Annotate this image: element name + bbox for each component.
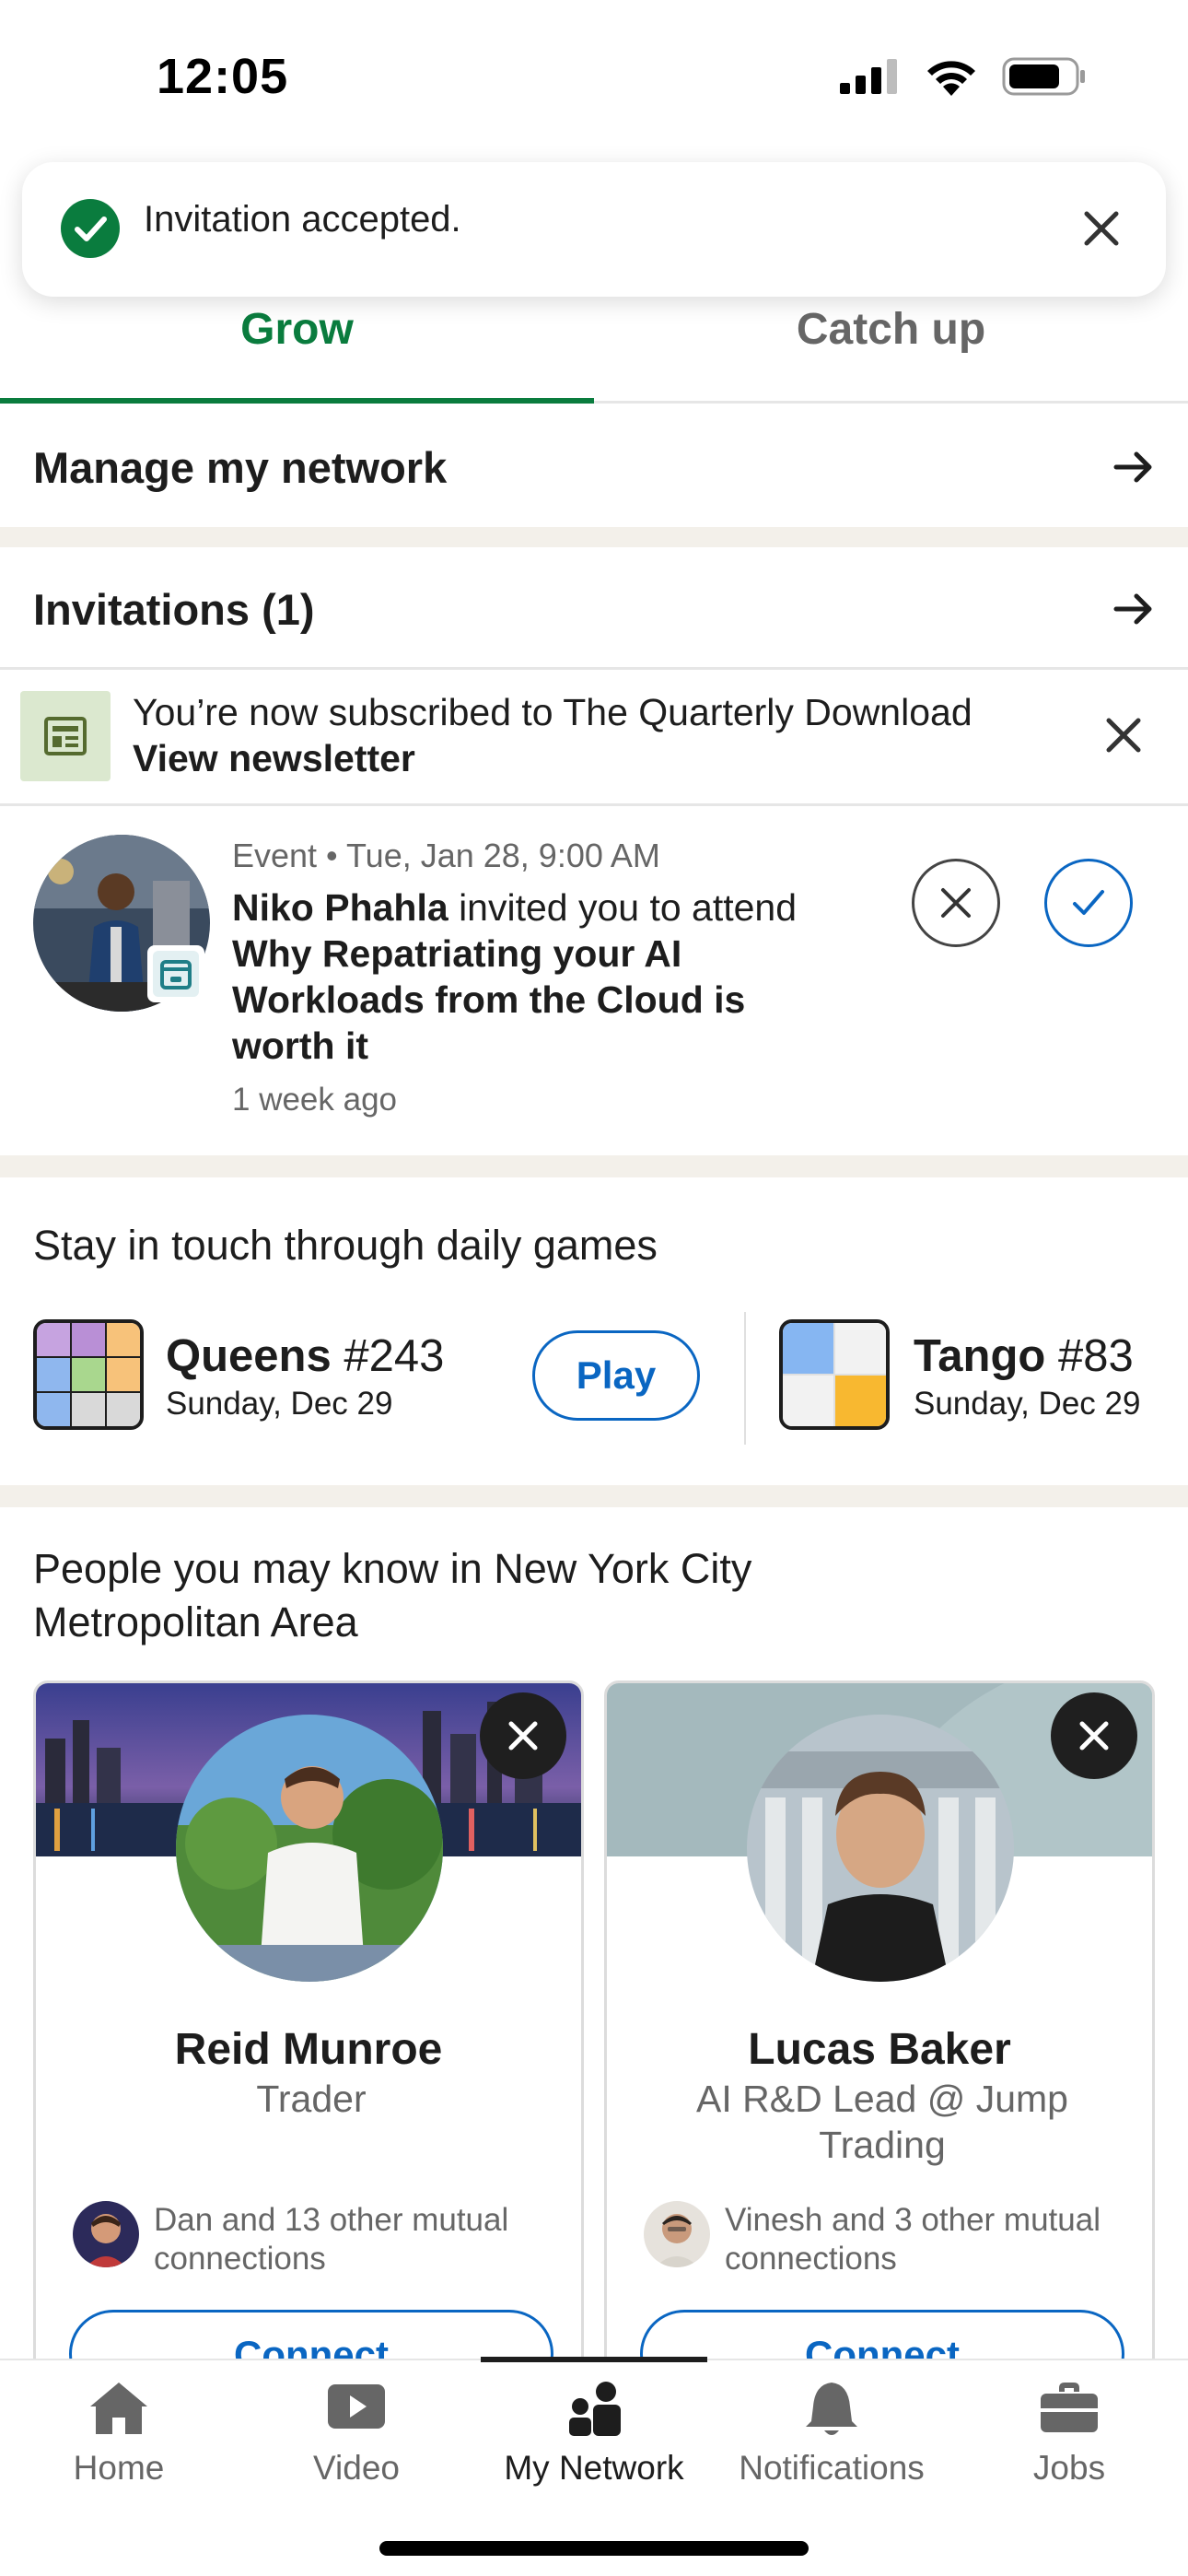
decline-button[interactable] bbox=[912, 859, 1000, 947]
manage-my-network-label: Manage my network bbox=[33, 443, 448, 492]
video-icon bbox=[328, 2384, 385, 2429]
toast-message: Invitation accepted. bbox=[144, 199, 461, 240]
people-section-title: People you may know in New York City Met… bbox=[33, 1545, 752, 1645]
invitations-label: Invitations (1) bbox=[33, 585, 315, 634]
games-separator bbox=[744, 1312, 746, 1445]
dismiss-suggestion-button[interactable] bbox=[1051, 1692, 1137, 1779]
event-title[interactable]: Why Repatriating your AI Workloads from … bbox=[232, 932, 745, 1067]
nav-notifications[interactable]: Notifications bbox=[713, 2360, 950, 2508]
mutual-connection-avatar bbox=[644, 2201, 710, 2267]
event-time-ago: 1 week ago bbox=[232, 1082, 398, 1118]
nav-video-label: Video bbox=[313, 2449, 400, 2487]
dismiss-suggestion-button[interactable] bbox=[480, 1692, 566, 1779]
event-invitation: Event • Tue, Jan 28, 9:00 AM Niko Phahla… bbox=[0, 807, 1188, 1155]
inviter-name[interactable]: Niko Phahla bbox=[232, 886, 448, 929]
nav-home[interactable]: Home bbox=[0, 2360, 238, 2508]
close-icon bbox=[1079, 1721, 1109, 1751]
tango-game-icon[interactable] bbox=[779, 1319, 890, 1430]
newsletter-message: You’re now subscribed to The Quarterly D… bbox=[133, 691, 973, 733]
arrow-right-icon bbox=[1113, 593, 1152, 625]
close-icon bbox=[941, 888, 971, 918]
tango-game-name: Tango #83 bbox=[914, 1331, 1134, 1381]
section-gap bbox=[0, 1485, 1188, 1507]
nav-jobs-label: Jobs bbox=[1032, 2449, 1106, 2487]
section-gap bbox=[0, 1155, 1188, 1177]
person-name[interactable]: Reid Munroe bbox=[36, 2024, 581, 2075]
daily-games-section: Stay in touch through daily games Queens… bbox=[0, 1177, 1188, 1485]
event-meta: Event • Tue, Jan 28, 9:00 AM bbox=[232, 837, 660, 874]
queens-game-name: Queens #243 bbox=[166, 1331, 445, 1381]
mutual-connections-text: Dan and 13 other mutual connections bbox=[154, 2202, 509, 2277]
section-gap bbox=[0, 527, 1188, 547]
arrow-right-icon bbox=[1113, 451, 1152, 483]
nav-my-network[interactable]: My Network bbox=[475, 2360, 713, 2508]
divider bbox=[0, 803, 1188, 806]
home-icon bbox=[90, 2383, 147, 2434]
briefcase-icon bbox=[1041, 2383, 1098, 2432]
nav-home-label: Home bbox=[73, 2449, 165, 2487]
play-queens-button[interactable]: Play bbox=[532, 1330, 700, 1421]
profile-photo[interactable] bbox=[176, 1715, 443, 1982]
status-icons bbox=[840, 57, 1087, 96]
invite-action: invited you to attend bbox=[448, 886, 798, 929]
invitations-row[interactable]: Invitations (1) bbox=[0, 549, 1188, 671]
nav-video[interactable]: Video bbox=[238, 2360, 475, 2508]
close-icon[interactable] bbox=[1103, 715, 1144, 755]
battery-icon bbox=[1002, 57, 1085, 96]
tango-game-date: Sunday, Dec 29 bbox=[914, 1386, 1141, 1422]
close-icon bbox=[1084, 211, 1119, 246]
newsletter-icon bbox=[20, 691, 111, 781]
person-headline: Trader bbox=[256, 2078, 367, 2120]
wifi-icon bbox=[927, 61, 975, 96]
nav-notifications-label: Notifications bbox=[739, 2449, 925, 2487]
active-tab-indicator bbox=[0, 398, 594, 404]
queens-game-icon[interactable] bbox=[33, 1319, 144, 1430]
my-network-icon bbox=[569, 2382, 621, 2436]
event-badge-icon bbox=[147, 945, 204, 1002]
mutual-connections-text: Vinesh and 3 other mutual connections bbox=[725, 2202, 1101, 2277]
tab-grow[interactable]: Grow bbox=[0, 304, 594, 355]
person-headline: AI R&D Lead @ Jump Trading bbox=[696, 2078, 1068, 2166]
bell-icon bbox=[806, 2383, 857, 2435]
nav-my-network-label: My Network bbox=[504, 2449, 684, 2487]
tab-catch-up[interactable]: Catch up bbox=[594, 304, 1188, 355]
newsletter-subscribed-banner: You’re now subscribed to The Quarterly D… bbox=[0, 671, 1188, 803]
home-indicator[interactable] bbox=[379, 2541, 809, 2556]
close-icon bbox=[508, 1721, 538, 1751]
checkmark-icon bbox=[1073, 890, 1104, 915]
invitation-accepted-toast: Invitation accepted. bbox=[22, 162, 1166, 297]
person-card[interactable]: Lucas Baker AI R&D Lead @ Jump Trading V… bbox=[604, 1680, 1155, 2381]
people-you-may-know-section: People you may know in New York City Met… bbox=[0, 1507, 1188, 2381]
accept-button[interactable] bbox=[1044, 859, 1133, 947]
status-time: 12:05 bbox=[157, 49, 289, 104]
divider bbox=[0, 667, 1188, 670]
queens-game-date: Sunday, Dec 29 bbox=[166, 1386, 393, 1422]
view-newsletter-link[interactable]: View newsletter bbox=[133, 737, 415, 780]
toast-close-button[interactable] bbox=[1077, 205, 1125, 252]
person-name[interactable]: Lucas Baker bbox=[607, 2024, 1152, 2075]
status-bar: 12:05 bbox=[0, 0, 1188, 157]
nav-jobs[interactable]: Jobs bbox=[950, 2360, 1188, 2508]
games-section-title: Stay in touch through daily games bbox=[33, 1222, 658, 1269]
profile-photo[interactable] bbox=[747, 1715, 1014, 1982]
manage-my-network-row[interactable]: Manage my network bbox=[0, 407, 1188, 529]
event-invite-text[interactable]: Niko Phahla invited you to attend Why Re… bbox=[232, 884, 858, 1069]
success-check-icon bbox=[61, 199, 120, 258]
mutual-connection-avatar bbox=[73, 2201, 139, 2267]
person-card[interactable]: Reid Munroe Trader Dan and 13 other mutu… bbox=[33, 1680, 584, 2381]
cellular-signal-icon bbox=[840, 59, 897, 94]
